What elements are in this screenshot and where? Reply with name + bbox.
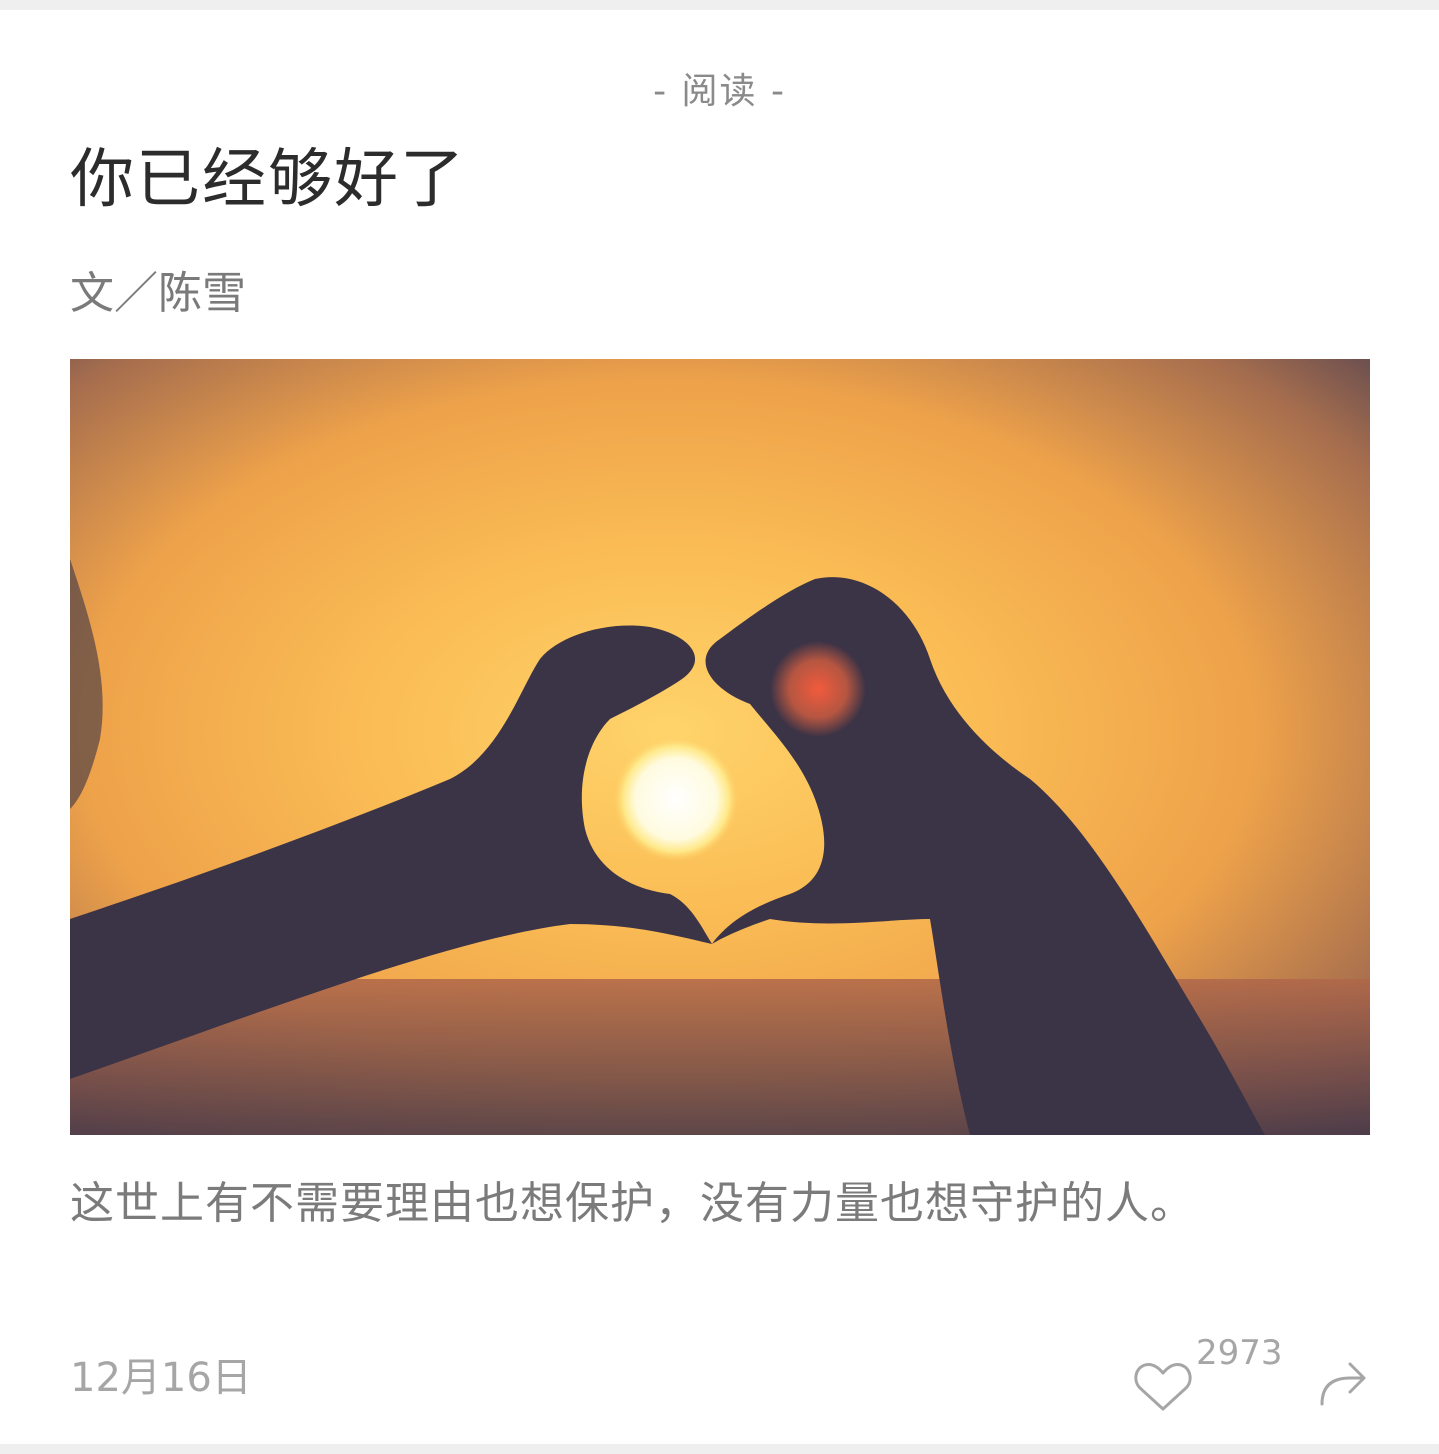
like-count: 2973 <box>1196 1333 1283 1373</box>
article-card[interactable]: - 阅读 - 你已经够好了 文／陈雪 这世上有不需要理由也想保护，没有力量也想守… <box>0 10 1439 1444</box>
cover-image[interactable] <box>70 359 1370 1135</box>
article-excerpt: 这世上有不需要理由也想保护，没有力量也想守护的人。 <box>70 1178 1195 1229</box>
article-title: 你已经够好了 <box>70 143 466 217</box>
section-label: - 阅读 - <box>653 71 786 112</box>
share-arrow-icon[interactable] <box>1316 1356 1368 1408</box>
publish-date: 12月16日 <box>70 1355 252 1401</box>
heart-outline-icon[interactable] <box>1134 1360 1192 1412</box>
article-author: 文／陈雪 <box>70 268 246 319</box>
like-button[interactable]: 2973 <box>1132 1336 1283 1412</box>
